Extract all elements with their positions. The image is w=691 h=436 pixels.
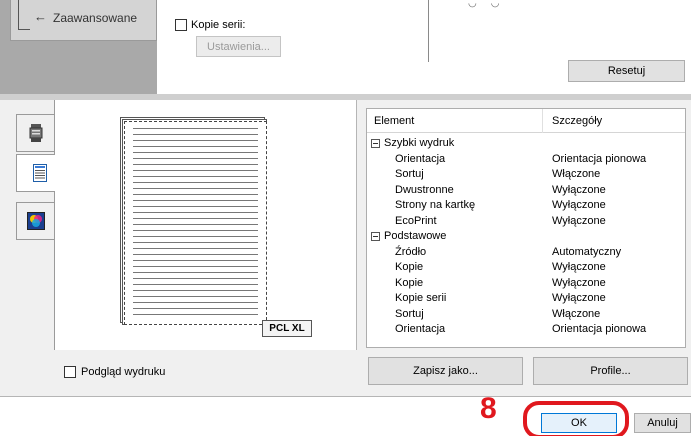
row-element: Szybki wydruk: [384, 137, 455, 149]
row-element: Kopie: [395, 276, 424, 289]
row-detail: Orientacja pionowa: [552, 152, 647, 165]
row-element: Orientacja: [395, 152, 446, 165]
collapse-toggle-icon[interactable]: [371, 139, 380, 148]
settings-button[interactable]: Ustawienia...: [196, 36, 281, 57]
row-element: Strony na kartkę: [395, 199, 476, 211]
table-row[interactable]: Strony na kartkę Wyłączone: [367, 198, 685, 214]
row-element: Podstawowe: [384, 230, 447, 242]
tab-color[interactable]: [16, 202, 54, 240]
collate-checkbox[interactable]: [175, 19, 187, 31]
table-row[interactable]: Kopie Wyłączone: [367, 260, 685, 276]
row-element: Sortuj: [395, 307, 424, 320]
step-number-annotation: 8: [480, 392, 497, 425]
page-preview: [124, 121, 267, 325]
print-preview-label: Podgląd wydruku: [81, 366, 166, 378]
collate-label: Kopie serii:: [191, 19, 246, 31]
table-group-row[interactable]: Szybki wydruk: [367, 136, 685, 152]
row-element: Kopie serii: [395, 292, 447, 304]
print-preview-checkbox[interactable]: [64, 366, 76, 378]
color-icon: [26, 212, 45, 230]
table-row[interactable]: Kopie serii Wyłączone: [367, 291, 685, 307]
row-element: Kopie: [395, 261, 424, 273]
table-row[interactable]: Sortuj Włączone: [367, 167, 685, 183]
column-header-details[interactable]: Szczegóły: [552, 115, 602, 127]
row-element: Dwustronne: [395, 183, 454, 196]
page-text-lines: [133, 128, 258, 320]
row-detail: Automatyczny: [552, 245, 622, 258]
vertical-divider: [428, 0, 429, 62]
back-advanced-button[interactable]: ← Zaawansowane: [10, 0, 157, 41]
document-icon: [32, 164, 47, 182]
column-header-element[interactable]: Element: [374, 115, 414, 127]
printer-icon: [29, 124, 42, 142]
table-header: Element Szczegóły: [367, 109, 685, 133]
table-row[interactable]: Kopie Wyłączone: [367, 276, 685, 292]
pcl-xl-badge: PCL XL: [262, 320, 312, 337]
row-detail: Wyłączone: [552, 199, 606, 211]
side-tabs: [8, 110, 62, 250]
table-row[interactable]: Orientacja Orientacja pionowa: [367, 322, 685, 338]
save-as-button[interactable]: Zapisz jako...: [368, 357, 523, 385]
back-arrow-icon: ←: [34, 9, 47, 24]
table-row[interactable]: Orientacja Orientacja pionowa: [367, 152, 685, 168]
row-detail: Wyłączone: [552, 261, 606, 273]
print-preview-option: Podgląd wydruku: [64, 366, 165, 378]
row-detail: Włączone: [552, 307, 601, 320]
profiles-button[interactable]: Profile...: [533, 357, 688, 385]
row-detail: Wyłączone: [552, 276, 606, 289]
table-row[interactable]: Źródło Automatyczny: [367, 245, 685, 261]
radio-dots: ◡◡: [468, 0, 514, 9]
table-row[interactable]: Sortuj Włączone: [367, 307, 685, 323]
row-element: Źródło: [395, 245, 427, 258]
table-rows: Szybki wydruk Orientacja Orientacja pionow…: [367, 136, 685, 338]
row-detail: Wyłączone: [552, 183, 606, 196]
row-detail: Wyłączone: [552, 292, 606, 304]
row-element: EcoPrint: [395, 214, 437, 227]
row-detail: Wyłączone: [552, 214, 606, 227]
collapse-toggle-icon[interactable]: [371, 232, 380, 241]
table-row[interactable]: Dwustronne Wyłączone: [367, 183, 685, 199]
collate-option: Kopie serii:: [175, 19, 245, 31]
row-detail: Włączone: [552, 168, 601, 180]
row-element: Orientacja: [395, 323, 446, 335]
settings-summary-table[interactable]: Element Szczegóły Szybki wydruk Orientacj…: [366, 108, 686, 348]
table-row[interactable]: EcoPrint Wyłączone: [367, 214, 685, 230]
table-group-row[interactable]: Podstawowe: [367, 229, 685, 245]
row-detail: Orientacja pionowa: [552, 323, 647, 335]
reset-button[interactable]: Resetuj: [568, 60, 685, 82]
ok-button[interactable]: OK: [541, 413, 617, 433]
tab-printer[interactable]: [16, 114, 54, 152]
cancel-button[interactable]: Anuluj: [634, 413, 691, 433]
row-element: Sortuj: [395, 168, 424, 180]
nav-bracket: [18, 0, 30, 30]
back-advanced-label: Zaawansowane: [53, 11, 138, 25]
column-divider: [542, 109, 543, 133]
